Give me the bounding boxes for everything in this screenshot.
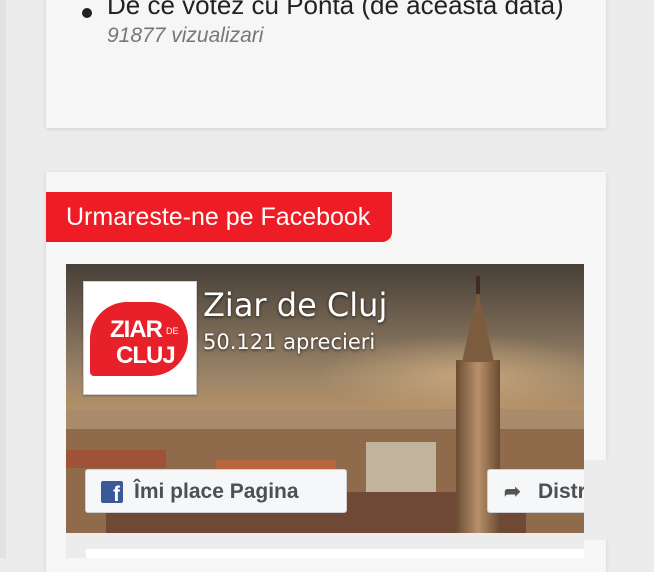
widget-right-margin xyxy=(584,460,654,540)
logo-text-2: CLUJ xyxy=(116,342,176,369)
page-logo[interactable]: ZIAR DE CLUJ xyxy=(83,281,197,395)
cover-city-skyline xyxy=(66,409,584,429)
widget-title: Urmareste-ne pe Facebook xyxy=(46,192,393,242)
cover-spire-tip xyxy=(476,276,480,294)
likes-count: 50.121 aprecieri xyxy=(203,330,376,354)
view-count: 91877 vizualizari xyxy=(107,24,264,47)
like-button-label: Îmi place Pagina xyxy=(134,480,299,503)
widget-lower-panel xyxy=(86,549,584,558)
cover-roof xyxy=(66,450,166,468)
list-item[interactable]: De ce votez cu Ponta (de aceasta data) 9… xyxy=(62,0,587,48)
like-page-button[interactable]: Îmi place Pagina xyxy=(85,469,347,513)
left-rail xyxy=(0,0,6,558)
cover-cathedral-spire xyxy=(462,290,494,362)
page-name-link[interactable]: Ziar de Cluj xyxy=(203,286,387,324)
logo-badge: ZIAR DE CLUJ xyxy=(90,302,188,376)
popular-posts-list: De ce votez cu Ponta (de aceasta data) 9… xyxy=(62,0,587,48)
cover-building xyxy=(366,442,436,492)
facebook-icon xyxy=(101,481,123,506)
bullet-icon xyxy=(82,8,92,18)
share-arrow-icon: ➦ xyxy=(504,481,521,503)
logo-text-de: DE xyxy=(166,326,179,336)
logo-text-1: ZIAR xyxy=(110,316,163,343)
post-link[interactable]: De ce votez cu Ponta (de aceasta data) xyxy=(107,0,564,20)
